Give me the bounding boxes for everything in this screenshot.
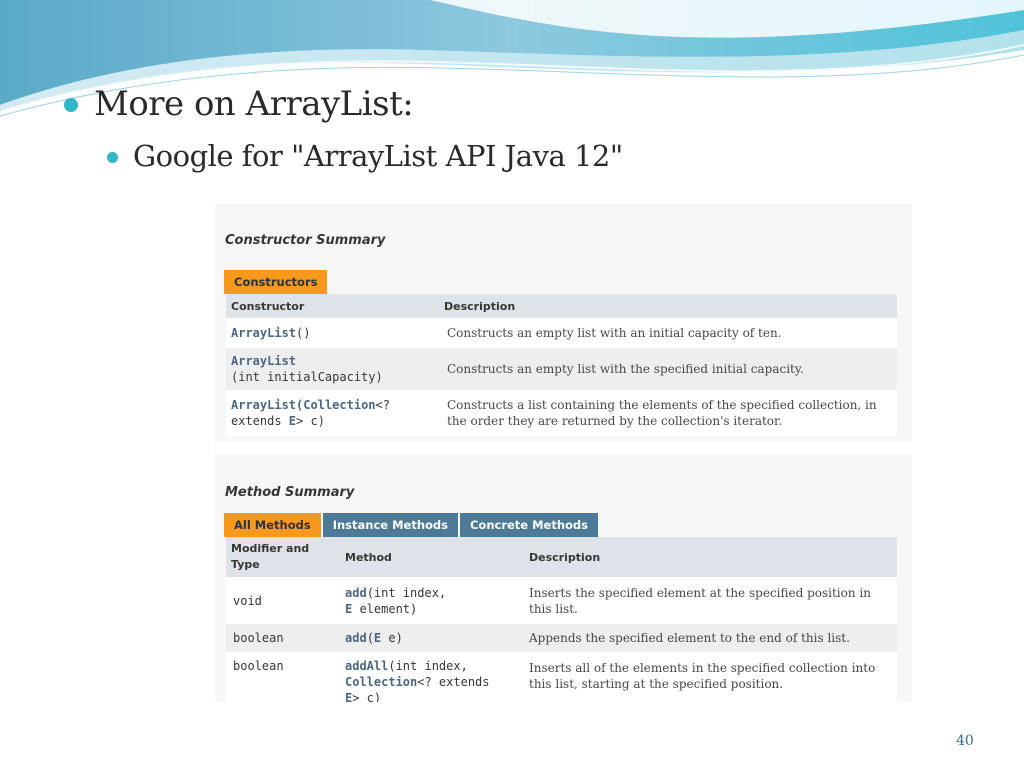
- header-description: Description: [444, 299, 516, 313]
- constructor-table-header: Constructor Description: [226, 294, 897, 318]
- bullet-sub: Google for "ArrayList API Java 12": [107, 139, 623, 173]
- constructor-summary-title: Constructor Summary: [225, 233, 386, 248]
- method-link[interactable]: add: [345, 631, 367, 645]
- table-row: void add(int index, E element) Inserts th…: [226, 577, 897, 624]
- bullet-dot-icon: [107, 151, 118, 163]
- type-param-link[interactable]: E: [289, 414, 296, 428]
- bullet-dot-icon: [64, 98, 78, 112]
- table-row: ArrayList(Collection<? extends E> c) Cons…: [226, 390, 897, 436]
- header-description: Description: [529, 550, 601, 564]
- method-link[interactable]: addAll: [345, 659, 388, 673]
- tab-all-methods[interactable]: All Methods: [224, 513, 321, 537]
- tab-constructors[interactable]: Constructors: [224, 270, 328, 294]
- modifier-type: boolean: [233, 631, 284, 645]
- tab-instance-methods[interactable]: Instance Methods: [322, 513, 458, 537]
- constructor-link[interactable]: ArrayList: [231, 398, 296, 412]
- method-table: Modifier and Type Method Description voi…: [226, 537, 897, 702]
- header-constructor: Constructor: [231, 299, 305, 313]
- constructor-summary-panel: Constructor Summary Constructors Constru…: [215, 203, 912, 442]
- slide-page-number: 40: [956, 733, 974, 749]
- header-method: Method: [345, 550, 392, 564]
- modifier-type: void: [233, 593, 262, 608]
- method-description: Inserts all of the elements in the speci…: [529, 661, 876, 691]
- constructor-tabs: Constructors: [224, 270, 329, 294]
- table-row: ArrayList() Constructs an empty list wit…: [226, 318, 897, 348]
- bullet-sub-text: Google for "ArrayList API Java 12": [133, 139, 623, 173]
- method-table-header: Modifier and Type Method Description: [226, 537, 897, 577]
- method-summary-title: Method Summary: [225, 485, 355, 500]
- collection-link[interactable]: Collection: [345, 675, 417, 689]
- collection-link[interactable]: Collection: [303, 398, 375, 412]
- header-modifier-type: Modifier and Type: [231, 542, 310, 571]
- method-description: Inserts the specified element at the spe…: [529, 585, 871, 616]
- method-tabs: All Methods Instance Methods Concrete Me…: [224, 513, 600, 537]
- constructor-table: Constructor Description ArrayList() Cons…: [226, 294, 897, 436]
- constructor-link[interactable]: ArrayList: [231, 354, 296, 368]
- constructor-description: Constructs a list containing the element…: [447, 398, 877, 428]
- modifier-type: boolean: [233, 659, 284, 673]
- table-row: boolean add(E e) Appends the specified e…: [226, 624, 897, 652]
- bullet-main-text: More on ArrayList:: [94, 84, 414, 124]
- tab-concrete-methods[interactable]: Concrete Methods: [459, 513, 599, 537]
- table-row: ArrayList (int initialCapacity) Construct…: [226, 348, 897, 390]
- constructor-description: Constructs an empty list with an initial…: [447, 326, 782, 340]
- method-description: Appends the specified element to the end…: [529, 631, 850, 645]
- constructor-link[interactable]: ArrayList: [231, 326, 296, 340]
- bullet-main: More on ArrayList:: [64, 84, 414, 124]
- table-row: boolean addAll(int index, Collection<? ex…: [226, 652, 897, 702]
- method-summary-panel: Method Summary All Methods Instance Meth…: [215, 454, 912, 702]
- method-link[interactable]: add: [345, 586, 367, 600]
- constructor-description: Constructs an empty list with the specif…: [447, 362, 804, 376]
